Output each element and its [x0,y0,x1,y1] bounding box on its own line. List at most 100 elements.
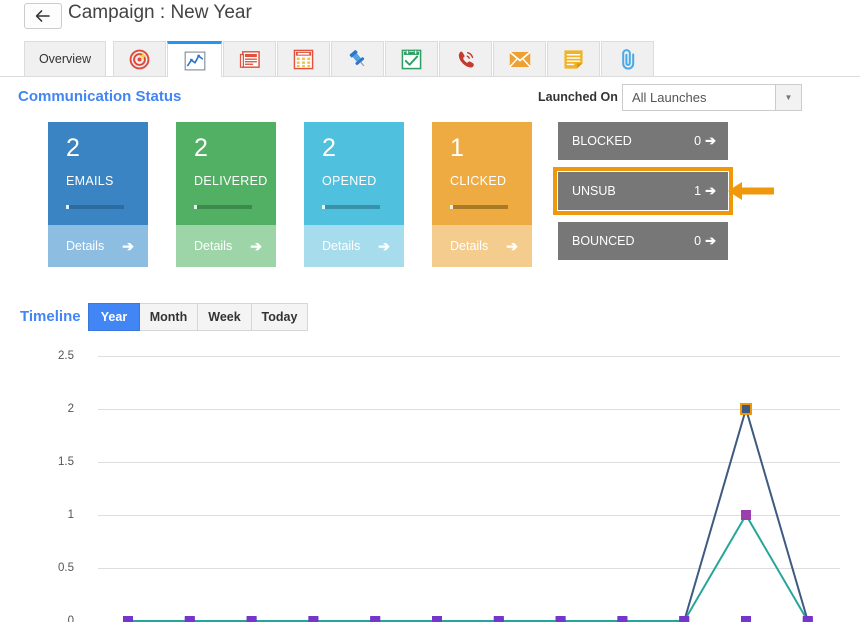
status-row-bounced-count-group: 0 ➔ [694,233,716,249]
range-tab-month-label: Month [150,310,187,324]
tab-calendar[interactable] [277,41,330,76]
stat-card-emails-label: EMAILS [66,174,148,188]
arrow-left-icon [35,10,51,22]
timeline-range-tabs: Year Month Week Today [88,303,308,331]
timeline-chart: # .of Emails 2.5 2 1.5 1 0.5 0 [0,338,860,622]
pushpin-icon [347,48,369,70]
stat-card-opened-details-label: Details [322,239,360,253]
status-row-bounced-count: 0 [694,234,701,248]
stat-card-emails-details[interactable]: Details ➔ [48,225,148,267]
chart-baseline-marker[interactable] [679,617,689,622]
tab-overview-label: Overview [39,52,91,66]
chart-baseline-marker[interactable] [432,617,442,622]
status-row-bounced[interactable]: BOUNCED 0 ➔ [558,222,728,260]
range-tab-today[interactable]: Today [252,303,308,331]
chart-marker[interactable] [741,404,751,414]
chart-line-icon [184,51,206,71]
chart-baseline-marker[interactable] [123,617,133,622]
stat-card-clicked-value: 1 [450,136,532,161]
status-row-unsub-count-group: 1 ➔ [694,183,716,199]
stat-card-opened-progress [322,205,380,209]
tab-attachments[interactable] [601,41,654,76]
chart-baseline-marker[interactable] [185,617,195,622]
range-tab-week-label: Week [208,310,240,324]
status-row-unsub-count: 1 [694,184,701,198]
status-row-unsub[interactable]: UNSUB 1 ➔ [558,172,728,210]
status-row-unsub-label: UNSUB [572,184,616,198]
paperclip-icon [618,48,638,70]
stat-card-delivered-body: 2 DELIVERED [176,122,276,225]
status-row-blocked[interactable]: BLOCKED 0 ➔ [558,122,728,160]
launched-on-label: Launched On [538,90,618,104]
stat-card-delivered[interactable]: 2 DELIVERED Details ➔ [176,122,276,267]
range-tab-month[interactable]: Month [140,303,198,331]
chart-baseline-marker[interactable] [370,617,380,622]
target-icon [129,49,150,70]
tab-tasks[interactable] [385,41,438,76]
chart-baseline-marker[interactable] [803,617,813,622]
status-row-bounced-label: BOUNCED [572,234,635,248]
launched-on-select[interactable]: All Launches ▼ [622,84,802,111]
range-tab-today-label: Today [262,310,298,324]
arrow-right-icon: ➔ [250,238,262,255]
stat-card-delivered-progress [194,205,252,209]
stat-card-opened-details[interactable]: Details ➔ [304,225,404,267]
chart-baseline-marker[interactable] [556,617,566,622]
tab-emails[interactable] [493,41,546,76]
stat-card-delivered-details-label: Details [194,239,232,253]
phone-ring-icon [455,49,476,70]
range-tab-week[interactable]: Week [198,303,252,331]
stat-card-emails[interactable]: 2 EMAILS Details ➔ [48,122,148,267]
chart-baseline-marker[interactable] [247,617,257,622]
stat-card-opened[interactable]: 2 OPENED Details ➔ [304,122,404,267]
tab-pinned[interactable] [331,41,384,76]
arrow-right-icon: ➔ [122,238,134,255]
chart-marker[interactable] [741,510,751,520]
stat-card-delivered-label: DELIVERED [194,174,276,188]
stat-card-clicked-details[interactable]: Details ➔ [432,225,532,267]
campaign-analytics-page: Campaign : New Year Overview [0,0,860,622]
tab-analytics[interactable] [167,41,222,77]
calendar-icon [293,49,314,70]
chevron-down-icon[interactable]: ▼ [775,85,801,110]
chart-baseline-marker[interactable] [494,617,504,622]
tab-content[interactable] [223,41,276,76]
stat-card-opened-value: 2 [322,136,404,161]
stat-card-emails-body: 2 EMAILS [48,122,148,225]
tab-strip: Overview [0,41,860,77]
tab-calls[interactable] [439,41,492,76]
stat-card-clicked-label: CLICKED [450,174,532,188]
tab-overview[interactable]: Overview [24,41,106,76]
launched-on-value: All Launches [623,85,775,110]
stat-card-opened-label: OPENED [322,174,404,188]
chart-plot-area [0,338,860,622]
chart-baseline-marker[interactable] [617,617,627,622]
tab-notes[interactable] [547,41,600,76]
back-button[interactable] [24,3,62,29]
stat-card-clicked-details-label: Details [450,239,488,253]
stat-card-emails-details-label: Details [66,239,104,253]
stat-card-opened-body: 2 OPENED [304,122,404,225]
arrow-right-icon: ➔ [705,183,716,199]
status-row-blocked-count-group: 0 ➔ [694,133,716,149]
stat-card-delivered-details[interactable]: Details ➔ [176,225,276,267]
range-tab-year-label: Year [101,310,127,324]
stat-card-clicked[interactable]: 1 CLICKED Details ➔ [432,122,532,267]
stat-card-delivered-value: 2 [194,136,276,161]
chart-baseline-marker[interactable] [308,617,318,622]
stat-card-emails-value: 2 [66,136,148,161]
chart-baseline-marker[interactable] [741,617,751,622]
stat-card-emails-progress [66,205,124,209]
status-row-blocked-label: BLOCKED [572,134,632,148]
arrow-right-icon: ➔ [705,133,716,149]
stat-card-clicked-body: 1 CLICKED [432,122,532,225]
tab-target[interactable] [113,41,166,76]
communication-status-title: Communication Status [18,88,181,105]
envelope-icon [509,51,531,68]
range-tab-year[interactable]: Year [88,303,140,331]
page-header: Campaign : New Year [0,0,860,36]
calendar-check-icon [401,49,422,70]
arrow-right-icon: ➔ [506,238,518,255]
timeline-title: Timeline [20,308,81,325]
left-arrow-annotation [728,178,774,204]
